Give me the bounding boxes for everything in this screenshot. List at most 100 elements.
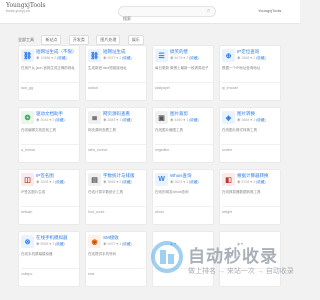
- tool-stats: ◉ 5958 ♥ 2 (收藏): [36, 242, 65, 247]
- tool-title[interactable]: 驱动文档助手: [36, 111, 80, 117]
- tool-title[interactable]: 短网址生成（不限）: [36, 49, 80, 55]
- favorite-button[interactable]: (收藏): [256, 118, 265, 122]
- watermark-overlay: 自动秒收录 做上排名 → 来站一次 → 自动收录: [150, 238, 294, 286]
- search-box[interactable]: ⌕: [118, 6, 216, 23]
- user-label[interactable]: YoungxjTools: [258, 8, 281, 13]
- tool-title[interactable]: 根据计算器转换: [237, 173, 281, 179]
- breadcrumb-tag[interactable]: 新站点: [41, 35, 62, 45]
- logo-subtitle: tools.yoxyj.cn: [6, 8, 31, 14]
- tool-icon: ⛓: [88, 49, 101, 62]
- breadcrumb-tag[interactable]: 开发类: [68, 35, 89, 45]
- card-divider: [88, 144, 146, 145]
- tool-icon: ◫: [21, 173, 34, 186]
- view-icon: ◉: [170, 118, 174, 122]
- favorite-button[interactable]: (收藏): [122, 242, 131, 246]
- tool-title[interactable]: 在线手机模拟器: [36, 235, 80, 241]
- tool-stats: ◉ 10888 ♥ 2 (收藏): [36, 56, 67, 61]
- favorite-button[interactable]: (收藏): [57, 56, 66, 60]
- favorite-button[interactable]: (收藏): [122, 118, 131, 122]
- card-divider: [222, 82, 280, 83]
- like-count: 2: [54, 56, 57, 60]
- like-count: 2: [52, 118, 55, 122]
- favorite-button[interactable]: (收藏): [189, 118, 198, 122]
- view-count: 3668: [241, 118, 250, 122]
- tool-slug: heiluan: [21, 210, 33, 214]
- view-count: 3208: [40, 180, 49, 184]
- tool-description: 在线提供手机号码: [88, 252, 116, 256]
- card-divider: [21, 144, 79, 145]
- tool-icon: ☰: [155, 49, 168, 62]
- tool-description: 在线手机屏幕模拟器: [21, 252, 53, 256]
- card-divider: [21, 268, 79, 269]
- view-icon: ◉: [237, 56, 241, 60]
- favorite-button[interactable]: (收藏): [189, 56, 198, 60]
- favorite-button[interactable]: (收藏): [55, 242, 64, 246]
- tool-title[interactable]: IP定位查询: [237, 49, 281, 55]
- tool-card[interactable]: ☰ 搞笑的壁 ◉ 6478 ♥ 2 (收藏) 每日更新 微博上最新一段搞笑段子 wall…: [152, 45, 214, 101]
- site-logo[interactable]: YoungxjTools tools.yoxyj.cn: [6, 2, 76, 14]
- tool-card[interactable]: ◧ 根据计算器转换 ◉ 5708 ♥ 1 (收藏) 在线换算器数据转换工具 weight: [219, 169, 281, 225]
- tool-title[interactable]: IP签名图: [36, 173, 80, 179]
- view-count: 2668: [241, 56, 250, 60]
- tool-slug: whois: [155, 210, 164, 214]
- tool-stats: ◉ 3568 ♥ 2 (收藏): [103, 180, 132, 185]
- view-icon: ◉: [103, 180, 107, 184]
- tool-description: 生成新浪 dwz短链接地址: [88, 66, 127, 70]
- tool-description: 每日更新 微博上最新一段搞笑段子: [155, 66, 209, 70]
- breadcrumb-tag[interactable]: 图片处理: [96, 35, 121, 45]
- breadcrumb: 全部工具 新站点 开发类 图片处理 娱乐: [18, 28, 147, 45]
- view-icon: ◉: [36, 118, 40, 122]
- tool-card[interactable]: ▤ 字数统计与排版 ◉ 3568 ♥ 2 (收藏) 在线计算字数统计工具 font_co…: [85, 169, 147, 225]
- tool-card[interactable]: ◉ SM接收 ◉ 9207 ♥ 1 (收藏) 在线提供手机号码 sms: [85, 231, 147, 287]
- tool-card[interactable]: ⛓ 短网址生成（不限） ◉ 10888 ♥ 2 (收藏) 在用户从 json.官网生成…: [18, 45, 80, 101]
- favorite-button[interactable]: (收藏): [189, 180, 198, 184]
- tool-title[interactable]: 图片裁剪: [170, 111, 214, 117]
- tool-stats: ◉ 2668 ♥ 2 (收藏): [237, 56, 266, 61]
- view-icon: ◉: [170, 180, 174, 184]
- tool-card[interactable]: ◫ IP签名图 ◉ 3208 ♥ 1 (收藏) IP签名图片生成 heiluan: [18, 169, 80, 225]
- favorite-button[interactable]: (收藏): [55, 180, 64, 184]
- tool-title[interactable]: 搞笑的壁: [170, 49, 214, 55]
- tool-title[interactable]: 短网址生成: [103, 49, 147, 55]
- view-icon: ◉: [103, 56, 107, 60]
- view-icon: ◉: [237, 180, 241, 184]
- tool-title[interactable]: 图片转换: [237, 111, 281, 117]
- tool-slug: imgeditor: [155, 148, 170, 152]
- search-input[interactable]: [119, 14, 199, 23]
- like-count: 1: [119, 242, 122, 246]
- tool-card[interactable]: ⛓ 短网址生成 ◉ 9297 ♥ 2 (收藏) 生成新浪 dwz短链接地址 dwzurl: [85, 45, 147, 101]
- tool-slug: view_source: [88, 148, 108, 152]
- favorite-button[interactable]: (收藏): [122, 180, 131, 184]
- tool-title[interactable]: Whois查询: [170, 173, 214, 179]
- breadcrumb-home[interactable]: 全部工具: [18, 36, 34, 44]
- favorite-button[interactable]: (收藏): [55, 118, 64, 122]
- favorite-button[interactable]: (收藏): [122, 56, 131, 60]
- favorite-button[interactable]: (收藏): [256, 56, 265, 60]
- tool-card[interactable]: W Whois查询 ◉ 2604 ♥ 1 (收藏) 在线的域名whois查询 whois: [152, 169, 214, 225]
- tool-stats: ◉ 6478 ♥ 2 (收藏): [170, 56, 199, 61]
- tool-card[interactable]: ≣ 网页源码查看 ◉ 2885 ♥ 1 (收藏) 网页源码查看工具 view_sourc…: [85, 107, 147, 163]
- favorite-button[interactable]: (收藏): [256, 180, 265, 184]
- view-count: 9207: [107, 242, 116, 246]
- tool-description: 在线换算器数据转换工具: [222, 190, 261, 194]
- tool-title[interactable]: 字数统计与排版: [103, 173, 147, 179]
- tool-title[interactable]: SM接收: [103, 235, 147, 241]
- breadcrumb-tag[interactable]: 娱乐: [127, 35, 144, 45]
- like-count: 1: [52, 180, 55, 184]
- tool-card[interactable]: ⊕ IP定位查询 ◉ 2668 ♥ 2 (收藏) 根据一个IP地址查询地址 ip_enc…: [219, 45, 281, 101]
- tool-description: 在线计算字数统计工具: [88, 190, 123, 194]
- tool-icon: ◧: [222, 173, 235, 186]
- watermark-title: 自动秒收录: [188, 247, 278, 266]
- tool-stats: ◉ 3208 ♥ 1 (收藏): [36, 180, 65, 185]
- tool-card[interactable]: ▣ 图片裁剪 ◉ 4450 ♥ 1 (收藏) 在线图片截图工具 imgeditor: [152, 107, 214, 163]
- search-icon[interactable]: ⌕: [205, 8, 212, 15]
- tool-card[interactable]: ◈ 图片转换 ◉ 3668 ♥ 2 (收藏) 在线图片格式转换工具 sorted: [219, 107, 281, 163]
- tool-title[interactable]: 网页源码查看: [103, 111, 147, 117]
- tool-card[interactable]: ❂ 驱动文档助手 ◉ 3044 ♥ 2 (收藏) 在线编辑文档查找工具 a_format: [18, 107, 80, 163]
- view-icon: ◉: [170, 56, 174, 60]
- tool-description: 在用户从 json.官网生成正确的网址: [21, 66, 75, 70]
- view-count: 3568: [107, 180, 116, 184]
- tool-slug: ip_encode: [222, 86, 239, 90]
- tool-card[interactable]: ⊗ 在线手机模拟器 ◉ 5958 ♥ 2 (收藏) 在线手机屏幕模拟器 voltepo: [18, 231, 80, 287]
- tool-stats: ◉ 9207 ♥ 1 (收藏): [103, 242, 132, 247]
